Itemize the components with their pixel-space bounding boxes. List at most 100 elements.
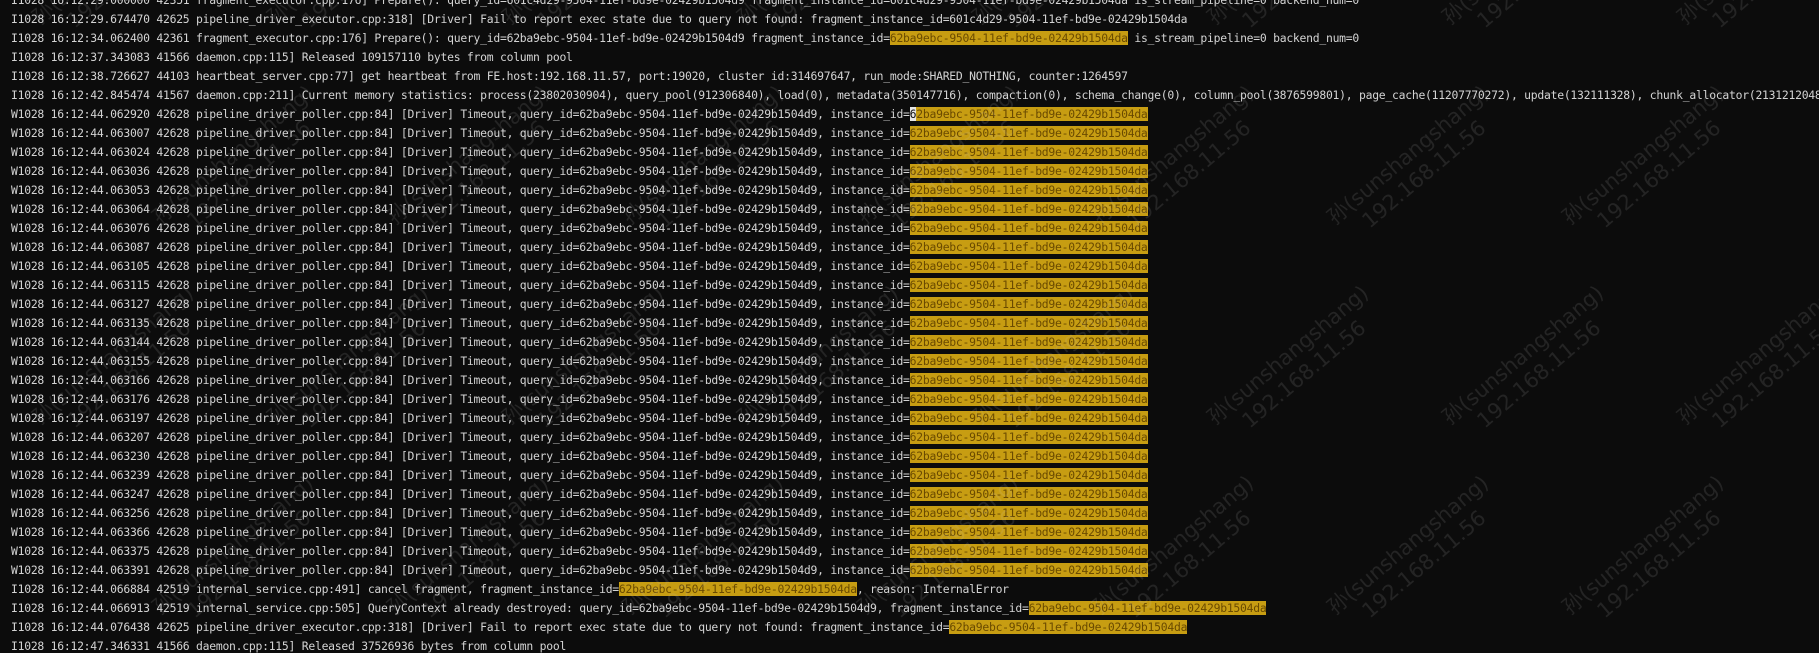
search-highlight: 62ba9ebc-9504-11ef-bd9e-02429b1504da xyxy=(1028,601,1267,615)
log-line: W1028 16:12:44.063207 42628 pipeline_dri… xyxy=(11,428,1148,447)
log-text: W1028 16:12:44.063155 42628 pipeline_dri… xyxy=(11,354,910,368)
search-highlight: 62ba9ebc-9504-11ef-bd9e-02429b1504da xyxy=(909,506,1148,520)
search-highlight: 62ba9ebc-9504-11ef-bd9e-02429b1504da xyxy=(909,563,1148,577)
log-line: W1028 16:12:44.063366 42628 pipeline_dri… xyxy=(11,523,1148,542)
log-line: I1028 16:12:37.343083 41566 daemon.cpp:1… xyxy=(11,48,573,67)
log-text: I1028 16:12:34.062400 42361 fragment_exe… xyxy=(11,31,890,45)
search-highlight: 62ba9ebc-9504-11ef-bd9e-02429b1504da xyxy=(909,544,1148,558)
log-line: I1028 16:12:29.000000 42351 fragment_exe… xyxy=(11,0,1359,10)
log-text: W1028 16:12:44.063024 42628 pipeline_dri… xyxy=(11,145,910,159)
search-highlight: 62ba9ebc-9504-11ef-bd9e-02429b1504da xyxy=(909,278,1148,292)
log-line: I1028 16:12:42.845474 41567 daemon.cpp:2… xyxy=(11,86,1819,105)
log-line: W1028 16:12:44.063256 42628 pipeline_dri… xyxy=(11,504,1148,523)
log-text: W1028 16:12:44.063135 42628 pipeline_dri… xyxy=(11,316,910,330)
log-line: W1028 16:12:44.062920 42628 pipeline_dri… xyxy=(11,105,1148,124)
log-line: W1028 16:12:44.063239 42628 pipeline_dri… xyxy=(11,466,1148,485)
log-line: I1028 16:12:44.066884 42519 internal_ser… xyxy=(11,580,1009,599)
search-highlight: 62ba9ebc-9504-11ef-bd9e-02429b1504da xyxy=(889,31,1128,45)
log-text: W1028 16:12:44.063256 42628 pipeline_dri… xyxy=(11,506,910,520)
search-highlight: 62ba9ebc-9504-11ef-bd9e-02429b1504da xyxy=(618,582,857,596)
log-line: W1028 16:12:44.063166 42628 pipeline_dri… xyxy=(11,371,1148,390)
log-text: W1028 16:12:44.063115 42628 pipeline_dri… xyxy=(11,278,910,292)
search-highlight: 62ba9ebc-9504-11ef-bd9e-02429b1504da xyxy=(909,411,1148,425)
log-text: I1028 16:12:42.845474 41567 daemon.cpp:2… xyxy=(11,88,1819,102)
log-text: I1028 16:12:29.674470 42625 pipeline_dri… xyxy=(11,12,1188,26)
log-text: W1028 16:12:44.063144 42628 pipeline_dri… xyxy=(11,335,910,349)
log-line: W1028 16:12:44.063007 42628 pipeline_dri… xyxy=(11,124,1148,143)
log-line: I1028 16:12:38.726627 44103 heartbeat_se… xyxy=(11,67,1128,86)
search-highlight: 62ba9ebc-9504-11ef-bd9e-02429b1504da xyxy=(909,145,1148,159)
log-text: W1028 16:12:44.063105 42628 pipeline_dri… xyxy=(11,259,910,273)
log-line: W1028 16:12:44.063053 42628 pipeline_dri… xyxy=(11,181,1148,200)
search-highlight: 62ba9ebc-9504-11ef-bd9e-02429b1504da xyxy=(909,468,1148,482)
search-highlight: 62ba9ebc-9504-11ef-bd9e-02429b1504da xyxy=(909,354,1148,368)
log-text: I1028 16:12:44.066913 42519 internal_ser… xyxy=(11,601,1029,615)
log-text: W1028 16:12:44.063007 42628 pipeline_dri… xyxy=(11,126,910,140)
log-line: W1028 16:12:44.063391 42628 pipeline_dri… xyxy=(11,561,1148,580)
search-highlight: 62ba9ebc-9504-11ef-bd9e-02429b1504da xyxy=(909,164,1148,178)
log-line: W1028 16:12:44.063127 42628 pipeline_dri… xyxy=(11,295,1148,314)
log-line: W1028 16:12:44.063105 42628 pipeline_dri… xyxy=(11,257,1148,276)
log-text: W1028 16:12:44.063064 42628 pipeline_dri… xyxy=(11,202,910,216)
terminal-log-view[interactable]: I1028 16:12:29.000000 42351 fragment_exe… xyxy=(0,0,1819,653)
log-line: W1028 16:12:44.063176 42628 pipeline_dri… xyxy=(11,390,1148,409)
log-line: W1028 16:12:44.063247 42628 pipeline_dri… xyxy=(11,485,1148,504)
log-text: is_stream_pipeline=0 backend_num=0 xyxy=(1127,31,1360,45)
log-text: I1028 16:12:37.343083 41566 daemon.cpp:1… xyxy=(11,50,573,64)
search-highlight: 62ba9ebc-9504-11ef-bd9e-02429b1504da xyxy=(909,240,1148,254)
log-line: I1028 16:12:34.062400 42361 fragment_exe… xyxy=(11,29,1359,48)
log-text: W1028 16:12:44.063036 42628 pipeline_dri… xyxy=(11,164,910,178)
search-highlight: 62ba9ebc-9504-11ef-bd9e-02429b1504da xyxy=(909,449,1148,463)
log-line: W1028 16:12:44.063064 42628 pipeline_dri… xyxy=(11,200,1148,219)
log-text: W1028 16:12:44.063239 42628 pipeline_dri… xyxy=(11,468,910,482)
search-highlight: 62ba9ebc-9504-11ef-bd9e-02429b1504da xyxy=(909,202,1148,216)
log-text: W1028 16:12:44.063127 42628 pipeline_dri… xyxy=(11,297,910,311)
log-line: W1028 16:12:44.063024 42628 pipeline_dri… xyxy=(11,143,1148,162)
log-line: W1028 16:12:44.063115 42628 pipeline_dri… xyxy=(11,276,1148,295)
search-highlight: 62ba9ebc-9504-11ef-bd9e-02429b1504da xyxy=(909,335,1148,349)
log-text: I1028 16:12:47.346331 41566 daemon.cpp:1… xyxy=(11,639,567,653)
search-highlight: 62ba9ebc-9504-11ef-bd9e-02429b1504da xyxy=(909,221,1148,235)
log-line: I1028 16:12:29.674470 42625 pipeline_dri… xyxy=(11,10,1187,29)
log-text: I1028 16:12:38.726627 44103 heartbeat_se… xyxy=(11,69,1128,83)
search-highlight: 62ba9ebc-9504-11ef-bd9e-02429b1504da xyxy=(909,430,1148,444)
log-line: W1028 16:12:44.063155 42628 pipeline_dri… xyxy=(11,352,1148,371)
log-text: I1028 16:12:44.076438 42625 pipeline_dri… xyxy=(11,620,950,634)
log-text: W1028 16:12:44.063230 42628 pipeline_dri… xyxy=(11,449,910,463)
log-text: W1028 16:12:44.063366 42628 pipeline_dri… xyxy=(11,525,910,539)
log-text: W1028 16:12:44.063197 42628 pipeline_dri… xyxy=(11,411,910,425)
log-text: W1028 16:12:44.063176 42628 pipeline_dri… xyxy=(11,392,910,406)
log-text: I1028 16:12:44.066884 42519 internal_ser… xyxy=(11,582,619,596)
log-text: W1028 16:12:44.063207 42628 pipeline_dri… xyxy=(11,430,910,444)
log-text: W1028 16:12:44.063375 42628 pipeline_dri… xyxy=(11,544,910,558)
log-text: W1028 16:12:44.063076 42628 pipeline_dri… xyxy=(11,221,910,235)
search-highlight: 62ba9ebc-9504-11ef-bd9e-02429b1504da xyxy=(909,525,1148,539)
log-line: I1028 16:12:44.066913 42519 internal_ser… xyxy=(11,599,1267,618)
search-highlight: 62ba9ebc-9504-11ef-bd9e-02429b1504da xyxy=(909,392,1148,406)
log-text: W1028 16:12:44.063391 42628 pipeline_dri… xyxy=(11,563,910,577)
log-line: W1028 16:12:44.063144 42628 pipeline_dri… xyxy=(11,333,1148,352)
log-text: W1028 16:12:44.063087 42628 pipeline_dri… xyxy=(11,240,910,254)
log-text: W1028 16:12:44.063053 42628 pipeline_dri… xyxy=(11,183,910,197)
log-line: I1028 16:12:44.076438 42625 pipeline_dri… xyxy=(11,618,1187,637)
log-line: W1028 16:12:44.063036 42628 pipeline_dri… xyxy=(11,162,1148,181)
search-highlight: 62ba9ebc-9504-11ef-bd9e-02429b1504da xyxy=(909,183,1148,197)
log-text: W1028 16:12:44.063247 42628 pipeline_dri… xyxy=(11,487,910,501)
search-highlight: 62ba9ebc-9504-11ef-bd9e-02429b1504da xyxy=(909,297,1148,311)
log-line: W1028 16:12:44.063076 42628 pipeline_dri… xyxy=(11,219,1148,238)
log-text: W1028 16:12:44.062920 42628 pipeline_dri… xyxy=(11,107,910,121)
search-highlight: 62ba9ebc-9504-11ef-bd9e-02429b1504da xyxy=(909,373,1148,387)
log-line: W1028 16:12:44.063135 42628 pipeline_dri… xyxy=(11,314,1148,333)
log-line: W1028 16:12:44.063230 42628 pipeline_dri… xyxy=(11,447,1148,466)
log-line: W1028 16:12:44.063197 42628 pipeline_dri… xyxy=(11,409,1148,428)
log-line: I1028 16:12:47.346331 41566 daemon.cpp:1… xyxy=(11,637,566,653)
log-line: W1028 16:12:44.063375 42628 pipeline_dri… xyxy=(11,542,1148,561)
search-highlight: 62ba9ebc-9504-11ef-bd9e-02429b1504da xyxy=(909,487,1148,501)
log-line: W1028 16:12:44.063087 42628 pipeline_dri… xyxy=(11,238,1148,257)
search-highlight: 62ba9ebc-9504-11ef-bd9e-02429b1504da xyxy=(909,259,1148,273)
log-text: W1028 16:12:44.063166 42628 pipeline_dri… xyxy=(11,373,910,387)
search-highlight: 2ba9ebc-9504-11ef-bd9e-02429b1504da xyxy=(916,107,1148,121)
log-text: I1028 16:12:29.000000 42351 fragment_exe… xyxy=(11,0,1359,7)
log-text: , reason: InternalError xyxy=(856,582,1009,596)
search-highlight: 62ba9ebc-9504-11ef-bd9e-02429b1504da xyxy=(909,126,1148,140)
